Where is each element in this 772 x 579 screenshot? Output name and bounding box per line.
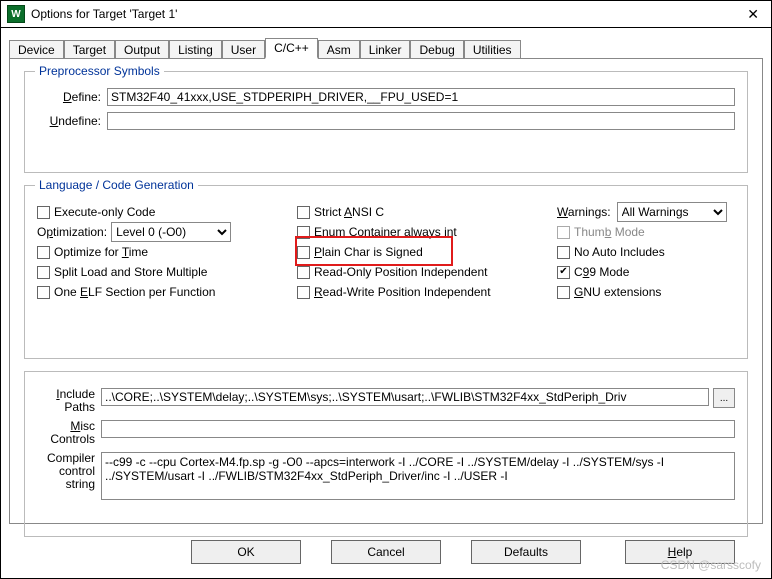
tab-target[interactable]: Target	[64, 40, 115, 59]
gnu-ext-checkbox[interactable]: GNU extensions	[557, 282, 735, 302]
undefine-input[interactable]	[107, 112, 735, 130]
ok-button[interactable]: OK	[191, 540, 301, 564]
compiler-string-text[interactable]: --c99 -c --cpu Cortex-M4.fp.sp -g -O0 --…	[101, 452, 735, 500]
c99-mode-checkbox[interactable]: ✔C99 Mode	[557, 262, 735, 282]
tab-strip: Device Target Output Listing User C/C++ …	[9, 37, 763, 59]
options-dialog: W Options for Target 'Target 1' ✕ Device…	[0, 0, 772, 579]
warnings-select[interactable]: All Warnings	[617, 202, 727, 222]
define-input[interactable]	[107, 88, 735, 106]
group-codegen-legend: Language / Code Generation	[35, 178, 198, 192]
tab-debug[interactable]: Debug	[410, 40, 463, 59]
tab-listing[interactable]: Listing	[169, 40, 222, 59]
tab-c-cpp[interactable]: C/C++	[265, 38, 318, 59]
misc-controls-input[interactable]	[101, 420, 735, 438]
titlebar: W Options for Target 'Target 1' ✕	[1, 1, 771, 28]
optimize-time-checkbox[interactable]: Optimize for Time	[37, 242, 297, 262]
split-load-checkbox[interactable]: Split Load and Store Multiple	[37, 262, 297, 282]
misc-controls-label: MiscControls	[37, 420, 101, 446]
tab-device[interactable]: Device	[9, 40, 64, 59]
rw-pi-checkbox[interactable]: Read-Write Position Independent	[297, 282, 557, 302]
define-label: Define:	[37, 90, 107, 104]
optimization-select[interactable]: Level 0 (-O0)	[111, 222, 231, 242]
group-paths: IncludePaths ... MiscControls Compilerco…	[24, 371, 748, 537]
defaults-button[interactable]: Defaults	[471, 540, 581, 564]
tab-utilities[interactable]: Utilities	[464, 40, 521, 59]
close-icon[interactable]: ✕	[741, 6, 765, 23]
group-preprocessor-legend: Preprocessor Symbols	[35, 64, 164, 78]
enum-container-checkbox[interactable]: Enum Container always int	[297, 222, 557, 242]
help-button[interactable]: Help	[625, 540, 735, 564]
dialog-button-bar: OK Cancel Defaults Help	[1, 536, 771, 568]
thumb-mode-checkbox: Thumb Mode	[557, 222, 735, 242]
ro-pi-checkbox[interactable]: Read-Only Position Independent	[297, 262, 557, 282]
window-title: Options for Target 'Target 1'	[31, 7, 741, 21]
include-paths-label: IncludePaths	[37, 388, 101, 414]
undefine-label: Undefine:	[37, 114, 107, 128]
tab-linker[interactable]: Linker	[360, 40, 411, 59]
optimization-label: Optimization:	[37, 225, 111, 239]
tab-asm[interactable]: Asm	[318, 40, 360, 59]
include-paths-browse-button[interactable]: ...	[713, 388, 735, 408]
tab-page-c-cpp: Preprocessor Symbols Define: Undefine: L…	[9, 58, 763, 524]
include-paths-input[interactable]	[101, 388, 709, 406]
plain-char-checkbox[interactable]: Plain Char is Signed	[297, 242, 557, 262]
group-preprocessor: Preprocessor Symbols Define: Undefine:	[24, 71, 748, 173]
execute-only-checkbox[interactable]: Execute-only Code	[37, 202, 297, 222]
tab-output[interactable]: Output	[115, 40, 169, 59]
client-area: Device Target Output Listing User C/C++ …	[9, 37, 763, 524]
tab-user[interactable]: User	[222, 40, 265, 59]
strict-ansi-checkbox[interactable]: Strict ANSI C	[297, 202, 557, 222]
cancel-button[interactable]: Cancel	[331, 540, 441, 564]
one-elf-checkbox[interactable]: One ELF Section per Function	[37, 282, 297, 302]
compiler-string-label: Compilercontrolstring	[37, 452, 101, 491]
group-codegen: Language / Code Generation Execute-only …	[24, 185, 748, 359]
warnings-label: Warnings:	[557, 205, 617, 219]
no-auto-includes-checkbox[interactable]: No Auto Includes	[557, 242, 735, 262]
app-icon: W	[7, 5, 25, 23]
